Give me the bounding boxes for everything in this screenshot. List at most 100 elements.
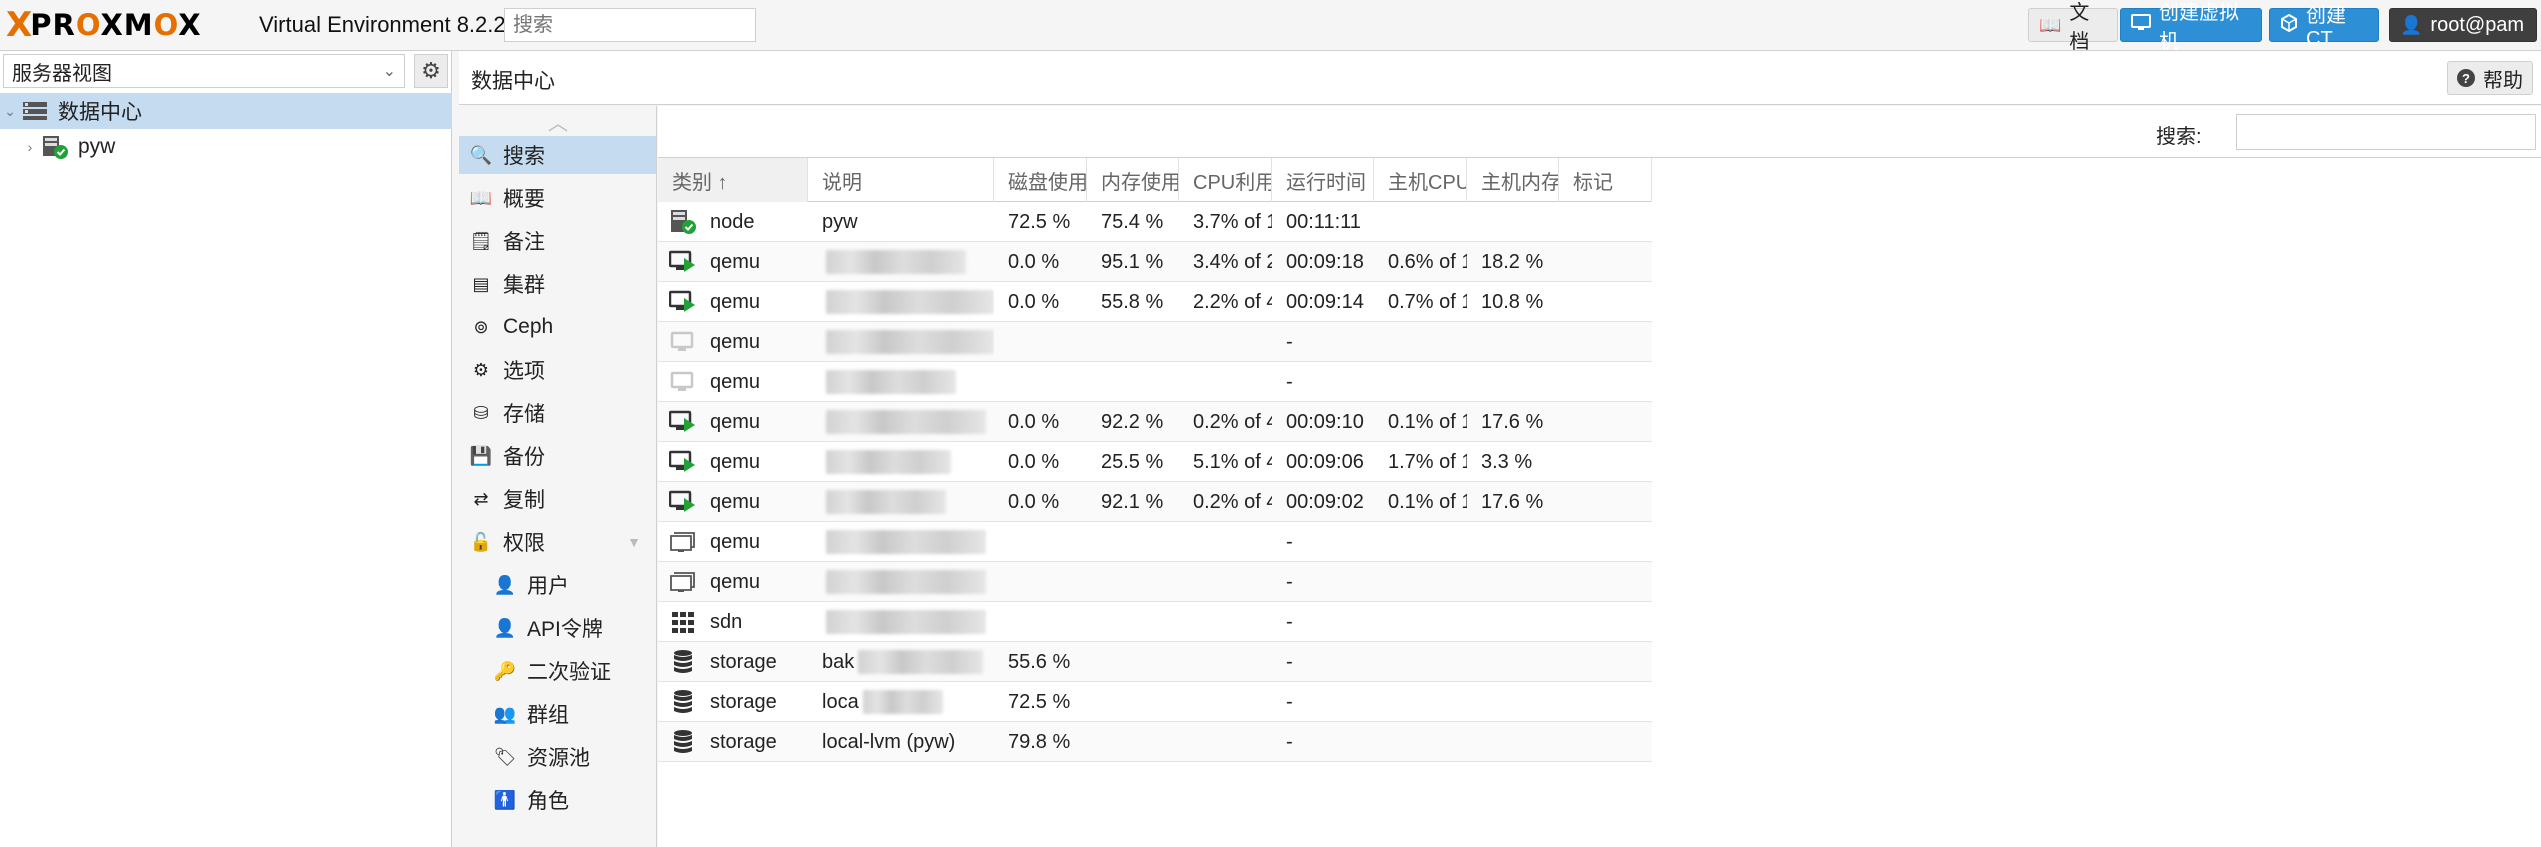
- logo-x-mark: X: [6, 5, 32, 45]
- menu-item-14[interactable]: 🏷 资源池: [459, 738, 656, 776]
- vm-stopped-icon: [668, 328, 698, 356]
- column-header-memory-usage[interactable]: 内存使用率…: [1087, 158, 1179, 202]
- menu-item-13[interactable]: 👥 群组: [459, 695, 656, 733]
- create-ct-button[interactable]: 创建CT: [2269, 5, 2379, 50]
- table-row[interactable]: storage bak 55.6 % -: [658, 642, 1652, 682]
- cell-description: bak: [808, 642, 994, 682]
- menu-item-10[interactable]: 👤 用户: [459, 566, 656, 604]
- cell-host-memory: 10.8 %: [1481, 290, 1544, 313]
- cell-tags: [1559, 282, 1652, 322]
- column-header-type[interactable]: 类别 ↑: [658, 158, 808, 202]
- cell-disk-usage: 0.0 %: [1008, 250, 1060, 273]
- table-row[interactable]: sdn -: [658, 602, 1652, 642]
- menu-item-label: 选项: [503, 360, 545, 383]
- cell-memory-usage: [1087, 722, 1179, 762]
- scroll-up-icon[interactable]: ︿: [459, 106, 656, 136]
- redacted-text: [826, 450, 951, 474]
- column-header-description[interactable]: 说明: [808, 158, 994, 202]
- retweet-icon: ⇄: [473, 488, 489, 509]
- table-row[interactable]: qemu 0.0 % 95.1 % 3.4% of 2 ... 00:09:18 0.6%…: [658, 242, 1652, 282]
- cell-uptime: -: [1286, 650, 1293, 673]
- cell-description-text: loca: [822, 690, 859, 713]
- table-row[interactable]: qemu 0.0 % 25.5 % 5.1% of 4 ... 00:09:06 1.7%…: [658, 442, 1652, 482]
- cell-type: qemu: [658, 242, 808, 282]
- table-row[interactable]: qemu 0.0 % 92.2 % 0.2% of 4 ... 00:09:10 0.1%…: [658, 402, 1652, 442]
- cell-uptime: -: [1286, 610, 1293, 633]
- table-row[interactable]: node pyw 72.5 % 75.4 % 3.7% of 12 ... 00:11:1…: [658, 202, 1652, 242]
- create-vm-button[interactable]: 创建虚拟机: [2120, 2, 2262, 53]
- menu-item-6[interactable]: ⛁ 存储: [459, 394, 656, 432]
- cell-disk-usage: [994, 602, 1087, 642]
- menu-item-4[interactable]: ⊚ Ceph: [459, 308, 656, 346]
- menu-item-5[interactable]: ⚙ 选项: [459, 351, 656, 389]
- expand-arrow-icon[interactable]: ›: [20, 139, 40, 155]
- view-selector[interactable]: 服务器视图 ⌄: [3, 54, 405, 88]
- user-menu-button[interactable]: 👤 root@pam: [2389, 8, 2537, 42]
- cell-description: [808, 322, 994, 362]
- unlock-icon: 🔓: [469, 531, 493, 552]
- database-icon: ⛁: [473, 402, 489, 423]
- menu-item-15[interactable]: 🚹 角色: [459, 781, 656, 819]
- menu-item-12[interactable]: 🔑 二次验证: [459, 652, 656, 690]
- cell-host-cpu: [1374, 602, 1467, 642]
- tree-settings-button[interactable]: ⚙: [414, 54, 448, 88]
- cell-uptime: -: [1286, 570, 1293, 593]
- menu-item-label: 备注: [503, 231, 545, 254]
- cell-host-cpu: [1374, 522, 1467, 562]
- cell-disk-usage: 0.0 %: [1008, 490, 1060, 513]
- column-header-uptime[interactable]: 运行时间: [1272, 158, 1374, 202]
- cell-type-text: storage: [710, 650, 777, 673]
- table-row[interactable]: qemu -: [658, 522, 1652, 562]
- vm-running-icon: [668, 488, 698, 516]
- cell-uptime: 00:09:02: [1286, 490, 1364, 513]
- column-header-host-cpu[interactable]: 主机CPU…: [1374, 158, 1467, 202]
- tree-node-datacenter[interactable]: ⌄ 数据中心: [0, 93, 452, 129]
- menu-item-0[interactable]: 🔍 搜索: [459, 136, 656, 174]
- cell-host-cpu: [1374, 722, 1467, 762]
- cell-type-text: qemu: [710, 450, 761, 473]
- table-row[interactable]: storage local-lvm (pyw) 79.8 % -: [658, 722, 1652, 762]
- menu-item-3[interactable]: ▤ 集群: [459, 265, 656, 303]
- global-search-input[interactable]: [504, 8, 756, 42]
- cell-cpu-usage: [1179, 722, 1272, 762]
- menu-item-7[interactable]: 💾 备份: [459, 437, 656, 475]
- cell-tags: [1559, 522, 1652, 562]
- vm-running-icon: [668, 288, 698, 316]
- cell-type: storage: [658, 642, 808, 682]
- proxmox-logo[interactable]: X PROXMOX: [6, 5, 202, 45]
- table-row[interactable]: qemu 0.0 % 55.8 % 2.2% of 4 ... 00:09:14 0.7%…: [658, 282, 1652, 322]
- cell-memory-usage: [1087, 362, 1179, 402]
- column-header-host-memory[interactable]: 主机内存使…: [1467, 158, 1559, 202]
- cell-uptime: 00:09:06: [1286, 450, 1364, 473]
- vm-stopped-icon: [668, 368, 698, 396]
- gear-icon: ⚙: [421, 58, 441, 83]
- menu-item-label: API令牌: [527, 618, 603, 641]
- cell-disk-usage: 0.0 %: [1008, 410, 1060, 433]
- column-header-tags[interactable]: 标记: [1559, 158, 1652, 202]
- product-version: Virtual Environment 8.2.2: [259, 12, 506, 37]
- menu-item-9[interactable]: 🔓 权限 ▼: [459, 523, 656, 561]
- table-row[interactable]: storage loca 72.5 % -: [658, 682, 1652, 722]
- table-row[interactable]: qemu -: [658, 562, 1652, 602]
- cube-icon: [2280, 13, 2298, 37]
- menu-item-1[interactable]: 📖 概要: [459, 179, 656, 217]
- menu-item-2[interactable]: 🗒 备注: [459, 222, 656, 260]
- expand-caret-icon[interactable]: ▼: [627, 534, 641, 550]
- cell-type: storage: [658, 722, 808, 762]
- table-row[interactable]: qemu 0.0 % 92.1 % 0.2% of 4 ... 00:09:02 0.1%…: [658, 482, 1652, 522]
- menu-item-label: Ceph: [503, 315, 554, 338]
- table-row[interactable]: qemu -: [658, 322, 1652, 362]
- table-row[interactable]: qemu -: [658, 362, 1652, 402]
- menu-item-11[interactable]: 👤 API令牌: [459, 609, 656, 647]
- tree-node-pyw[interactable]: › pyw: [0, 129, 452, 165]
- cell-cpu-usage: [1179, 602, 1272, 642]
- help-button[interactable]: ? 帮助: [2447, 61, 2533, 95]
- cell-memory-usage: 25.5 %: [1101, 450, 1164, 473]
- menu-item-8[interactable]: ⇄ 复制: [459, 480, 656, 518]
- column-header-cpu-usage[interactable]: CPU利用率: [1179, 158, 1272, 202]
- column-header-disk-usage[interactable]: 磁盘使用率…: [994, 158, 1087, 202]
- docs-button[interactable]: 📖 文档: [2028, 2, 2118, 53]
- collapse-arrow-icon[interactable]: ⌄: [0, 103, 20, 120]
- grid-search-input[interactable]: [2236, 114, 2536, 150]
- cell-memory-usage: 55.8 %: [1101, 290, 1164, 313]
